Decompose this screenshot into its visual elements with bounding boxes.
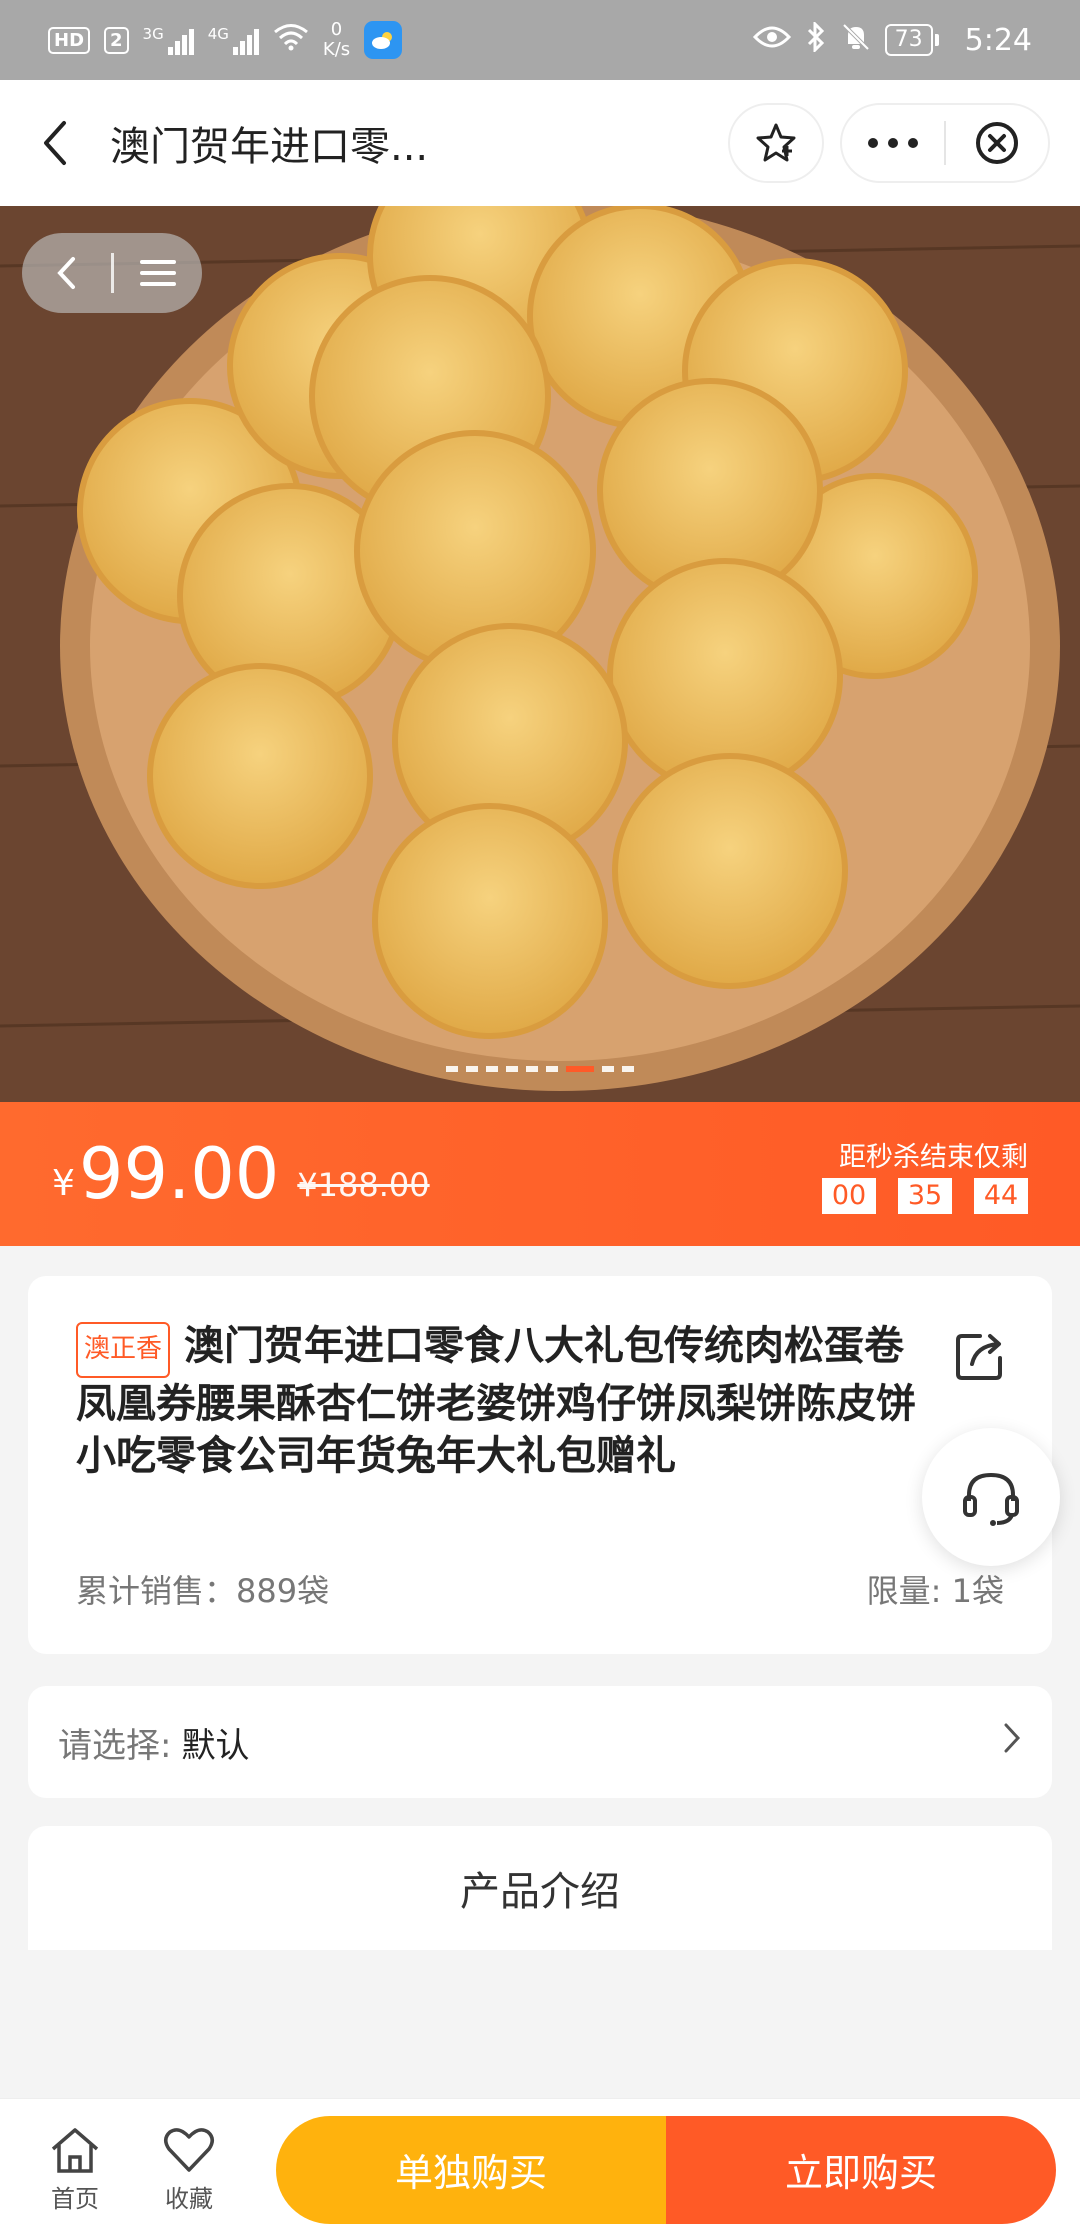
spec-selector[interactable]: 请选择: 默认 — [28, 1686, 1052, 1798]
original-price: ¥188.00 — [297, 1166, 430, 1204]
purchase-buttons: 单独购买 立即购买 — [276, 2115, 1056, 2224]
product-title-block: 澳正香 澳门贺年进口零食八大礼包传统肉松蛋卷凤凰券腰果酥杏仁饼老婆饼鸡仔饼凤梨饼陈… — [76, 1320, 916, 1482]
carousel-dot[interactable] — [466, 1066, 478, 1072]
menu-icon — [139, 260, 176, 286]
heart-icon — [164, 2128, 214, 2172]
mute-bell-icon — [841, 22, 871, 59]
status-right: 73 5:24 — [752, 19, 1032, 59]
carousel-dot[interactable] — [566, 1066, 594, 1072]
mini-program-capsule — [840, 103, 1050, 183]
home-icon — [51, 2128, 99, 2173]
countdown-seconds: 44 — [974, 1177, 1028, 1214]
image-menu-button[interactable] — [114, 233, 203, 313]
more-dots-icon — [868, 138, 918, 148]
app-header: 澳门贺年进口零... — [0, 80, 1080, 206]
image-nav-capsule — [22, 233, 202, 313]
star-icon — [756, 123, 796, 162]
signal-type-label: 4G — [207, 25, 229, 43]
carousel-dot[interactable] — [602, 1066, 614, 1072]
share-icon — [956, 1334, 1002, 1380]
total-sales: 累计销售：889袋 — [76, 1572, 330, 1610]
image-back-button[interactable] — [22, 233, 111, 313]
flash-sale-price-bar: ¥ 99.00 ¥188.00 距秒杀结束仅剩 00 35 44 — [0, 1102, 1080, 1246]
countdown-label: 距秒杀结束仅剩 — [839, 1141, 1028, 1173]
spec-selector-value: 默认 — [181, 1725, 250, 1766]
back-arrow-icon — [57, 257, 76, 289]
carousel-indicator — [0, 1066, 1080, 1072]
buy-now-button[interactable]: 立即购买 — [666, 2115, 1056, 2224]
carousel-dot[interactable] — [506, 1066, 518, 1072]
spec-selector-label: 请选择: — [58, 1725, 172, 1766]
network-speed-unit: K/s — [322, 39, 351, 60]
home-tab-label: 首页 — [51, 2185, 99, 2213]
signal-type-label: 3G — [142, 25, 164, 43]
weather-app-icon — [364, 21, 403, 59]
chevron-right-icon — [1002, 1721, 1022, 1764]
current-price: 99.00 — [78, 1133, 280, 1215]
network-speed: 0 K/s — [323, 20, 350, 60]
favorite-tab-label: 收藏 — [165, 2185, 213, 2213]
share-button[interactable] — [952, 1328, 1008, 1388]
carousel-dot[interactable] — [622, 1066, 634, 1072]
brand-tag: 澳正香 — [76, 1322, 171, 1378]
signal-strength-icon: 3G — [143, 25, 194, 55]
favorite-star-button[interactable] — [728, 103, 824, 183]
carousel-dot[interactable] — [486, 1066, 498, 1072]
purchase-limit: 限量: 1袋 — [866, 1572, 1004, 1610]
countdown-minutes: 35 — [898, 1177, 952, 1214]
flash-sale-countdown: 距秒杀结束仅剩 00 35 44 — [822, 1135, 1028, 1214]
network-speed-value: 0 — [330, 19, 343, 40]
product-info-card: 澳正香 澳门贺年进口零食八大礼包传统肉松蛋卷凤凰券腰果酥杏仁饼老婆饼鸡仔饼凤梨饼陈… — [28, 1276, 1052, 1654]
back-button[interactable] — [0, 80, 110, 206]
close-circle-icon — [976, 122, 1018, 164]
battery-icon: 73 — [884, 24, 939, 56]
carousel-dot[interactable] — [446, 1066, 458, 1072]
carousel-dot[interactable] — [526, 1066, 538, 1072]
more-button[interactable] — [842, 105, 944, 181]
clock: 5:24 — [964, 22, 1032, 58]
home-tab[interactable]: 首页 — [18, 2125, 132, 2214]
bluetooth-icon — [805, 19, 827, 59]
product-intro-title: 产品介绍 — [460, 1869, 620, 1915]
close-button[interactable] — [946, 105, 1048, 181]
buy-single-button[interactable]: 单独购买 — [276, 2115, 666, 2224]
carousel-dot[interactable] — [546, 1066, 558, 1072]
product-title: 澳门贺年进口零食八大礼包传统肉松蛋卷凤凰券腰果酥杏仁饼老婆饼鸡仔饼凤梨饼陈皮饼小… — [76, 1323, 916, 1479]
sales-row: 累计销售：889袋 限量: 1袋 — [76, 1566, 1004, 1612]
countdown-hours: 00 — [822, 1177, 876, 1214]
favorite-tab[interactable]: 收藏 — [132, 2125, 246, 2214]
price-currency: ¥ — [52, 1162, 75, 1204]
headset-icon — [963, 1472, 1019, 1526]
hd-badge: HD — [48, 26, 91, 54]
bottom-action-bar: 首页 收藏 单独购买 立即购买 — [0, 2098, 1080, 2240]
signal-strength-icon: 4G — [208, 25, 259, 55]
battery-level: 73 — [884, 24, 933, 56]
back-arrow-icon — [44, 121, 66, 165]
product-intro-header: 产品介绍 — [28, 1826, 1052, 1950]
product-photo — [0, 206, 1080, 1102]
status-left: HD 2 3G 4G 0 K/s — [48, 20, 403, 60]
status-bar: HD 2 3G 4G 0 K/s 73 5:24 — [0, 0, 1080, 80]
product-image-carousel[interactable] — [0, 206, 1080, 1102]
customer-service-button[interactable] — [922, 1428, 1060, 1566]
page-title: 澳门贺年进口零... — [110, 124, 429, 170]
eye-icon — [752, 25, 791, 56]
sim-badge: 2 — [104, 26, 129, 54]
wifi-icon — [273, 23, 309, 58]
